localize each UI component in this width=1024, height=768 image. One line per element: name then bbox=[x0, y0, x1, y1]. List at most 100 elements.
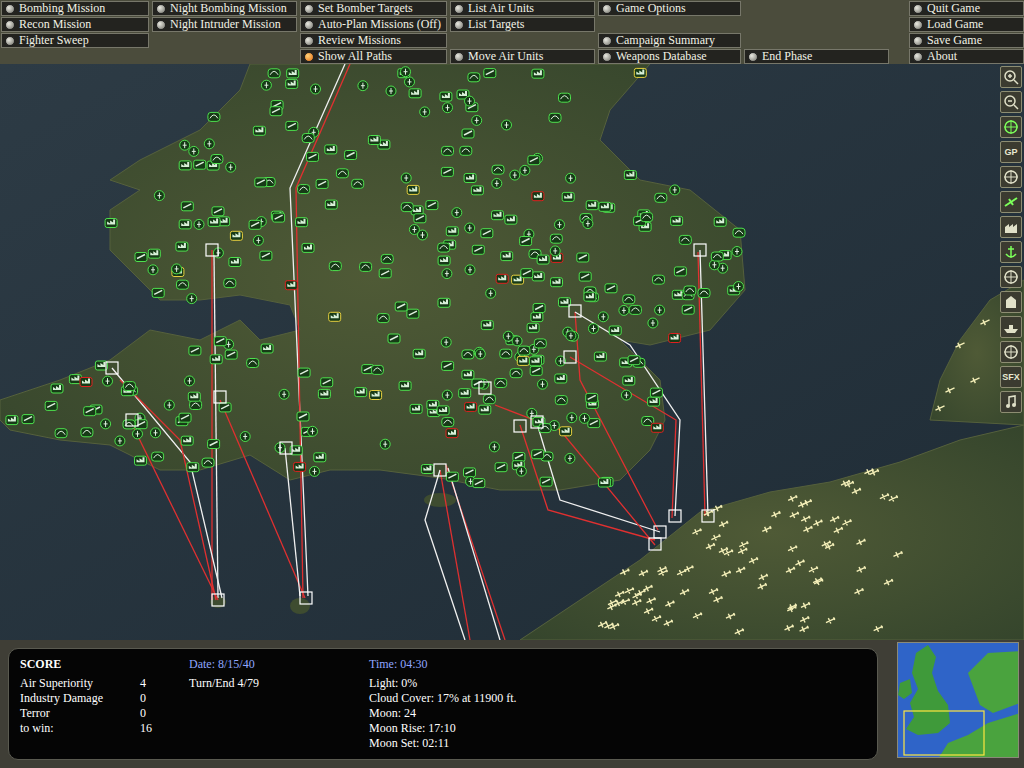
unit-marker-icon[interactable] bbox=[598, 312, 608, 322]
unit-marker-icon[interactable] bbox=[133, 429, 143, 439]
unit-marker-icon[interactable] bbox=[253, 235, 263, 245]
unit-marker-icon[interactable] bbox=[532, 450, 544, 459]
menu-button[interactable]: Fighter Sweep bbox=[1, 33, 149, 48]
unit-marker-icon[interactable] bbox=[45, 401, 57, 410]
unit-marker-icon[interactable] bbox=[202, 458, 214, 467]
anchor-icon[interactable] bbox=[1000, 241, 1022, 263]
unit-marker-icon[interactable] bbox=[516, 466, 526, 476]
aircraft-icon[interactable] bbox=[720, 569, 732, 579]
aircraft-icon[interactable] bbox=[812, 518, 824, 528]
compass-icon[interactable] bbox=[1000, 166, 1022, 188]
unit-marker-icon[interactable] bbox=[586, 201, 598, 210]
unit-marker-icon[interactable] bbox=[580, 413, 590, 423]
unit-marker-icon[interactable] bbox=[674, 267, 686, 276]
unit-marker-icon[interactable] bbox=[532, 192, 544, 201]
unit-marker-icon[interactable] bbox=[190, 401, 202, 410]
aircraft-icon[interactable] bbox=[614, 589, 626, 599]
unit-marker-icon[interactable] bbox=[152, 452, 164, 461]
unit-marker-icon[interactable] bbox=[629, 305, 641, 314]
unit-marker-icon[interactable] bbox=[371, 365, 383, 374]
unit-marker-icon[interactable] bbox=[226, 162, 236, 172]
unit-marker-icon[interactable] bbox=[287, 69, 299, 78]
unit-marker-icon[interactable] bbox=[586, 393, 598, 402]
unit-marker-icon[interactable] bbox=[589, 324, 599, 334]
unit-marker-icon[interactable] bbox=[296, 218, 308, 227]
target-box-icon[interactable] bbox=[669, 510, 681, 522]
sfx-button[interactable]: SFX bbox=[1000, 366, 1022, 388]
unit-marker-icon[interactable] bbox=[314, 453, 326, 462]
aircraft-icon[interactable] bbox=[833, 525, 845, 535]
factory-icon[interactable] bbox=[1000, 216, 1022, 238]
unit-marker-icon[interactable] bbox=[240, 432, 250, 442]
aircraft-icon[interactable] bbox=[785, 565, 797, 575]
unit-marker-icon[interactable] bbox=[560, 427, 572, 436]
aircraft-icon[interactable] bbox=[643, 606, 655, 616]
unit-marker-icon[interactable] bbox=[311, 84, 321, 94]
target-box-icon[interactable] bbox=[280, 442, 292, 454]
unit-marker-icon[interactable] bbox=[55, 429, 67, 438]
unit-marker-icon[interactable] bbox=[358, 81, 368, 91]
unit-marker-icon[interactable] bbox=[577, 253, 589, 262]
unit-marker-icon[interactable] bbox=[194, 219, 204, 229]
unit-marker-icon[interactable] bbox=[698, 289, 710, 298]
unit-marker-icon[interactable] bbox=[648, 318, 658, 328]
unit-marker-icon[interactable] bbox=[211, 155, 223, 164]
target-icon[interactable] bbox=[1000, 116, 1022, 138]
unit-marker-icon[interactable] bbox=[401, 67, 411, 77]
unit-marker-icon[interactable] bbox=[567, 413, 577, 423]
aircraft-icon[interactable] bbox=[888, 494, 900, 504]
aircraft-icon[interactable] bbox=[787, 544, 799, 554]
aircraft-icon[interactable] bbox=[969, 375, 981, 385]
unit-marker-icon[interactable] bbox=[732, 247, 742, 257]
unit-marker-icon[interactable] bbox=[135, 253, 147, 262]
unit-marker-icon[interactable] bbox=[208, 440, 220, 449]
unit-marker-icon[interactable] bbox=[650, 388, 662, 397]
menu-button[interactable]: Review Missions bbox=[300, 33, 447, 48]
unit-marker-icon[interactable] bbox=[518, 346, 530, 355]
unit-marker-icon[interactable] bbox=[540, 477, 552, 486]
unit-marker-icon[interactable] bbox=[345, 151, 357, 160]
aircraft-icon[interactable] bbox=[851, 486, 863, 496]
aircraft-icon[interactable] bbox=[748, 555, 760, 565]
unit-marker-icon[interactable] bbox=[555, 396, 567, 405]
unit-marker-icon[interactable] bbox=[714, 217, 726, 226]
unit-marker-icon[interactable] bbox=[336, 169, 348, 178]
unit-marker-icon[interactable] bbox=[286, 79, 298, 88]
unit-marker-icon[interactable] bbox=[532, 272, 544, 281]
unit-marker-icon[interactable] bbox=[679, 235, 691, 244]
unit-marker-icon[interactable] bbox=[605, 284, 617, 293]
aircraft-icon[interactable] bbox=[656, 565, 668, 575]
unit-marker-icon[interactable] bbox=[273, 213, 285, 222]
unit-marker-icon[interactable] bbox=[530, 366, 542, 375]
unit-marker-icon[interactable] bbox=[123, 420, 135, 429]
aircraft-icon[interactable] bbox=[761, 524, 773, 534]
unit-marker-icon[interactable] bbox=[475, 349, 485, 359]
unit-marker-icon[interactable] bbox=[465, 96, 475, 106]
unit-marker-icon[interactable] bbox=[621, 390, 631, 400]
unit-marker-icon[interactable] bbox=[584, 292, 596, 301]
unit-marker-icon[interactable] bbox=[579, 272, 591, 281]
unit-marker-icon[interactable] bbox=[418, 230, 428, 240]
aircraft-icon[interactable] bbox=[944, 385, 956, 395]
unit-marker-icon[interactable] bbox=[407, 185, 419, 194]
menu-button[interactable]: Move Air Units bbox=[450, 49, 595, 64]
unit-marker-icon[interactable] bbox=[533, 304, 545, 313]
target-box-icon[interactable] bbox=[654, 526, 666, 538]
unit-marker-icon[interactable] bbox=[443, 103, 453, 113]
unit-marker-icon[interactable] bbox=[473, 479, 485, 488]
unit-marker-icon[interactable] bbox=[462, 350, 474, 359]
aircraft-icon[interactable] bbox=[794, 558, 806, 568]
unit-marker-icon[interactable] bbox=[684, 286, 696, 295]
unit-marker-icon[interactable] bbox=[410, 404, 422, 413]
aircraft-icon[interactable] bbox=[800, 514, 812, 524]
unit-marker-icon[interactable] bbox=[492, 211, 504, 220]
menu-button[interactable]: End Phase bbox=[744, 49, 889, 64]
unit-marker-icon[interactable] bbox=[81, 428, 93, 437]
menu-button[interactable]: Load Game bbox=[909, 17, 1024, 32]
unit-marker-icon[interactable] bbox=[355, 388, 367, 397]
aircraft-icon[interactable] bbox=[723, 548, 735, 558]
unit-marker-icon[interactable] bbox=[520, 165, 530, 175]
aircraft-icon[interactable] bbox=[638, 568, 650, 578]
unit-marker-icon[interactable] bbox=[409, 89, 421, 98]
unit-marker-icon[interactable] bbox=[651, 423, 663, 432]
